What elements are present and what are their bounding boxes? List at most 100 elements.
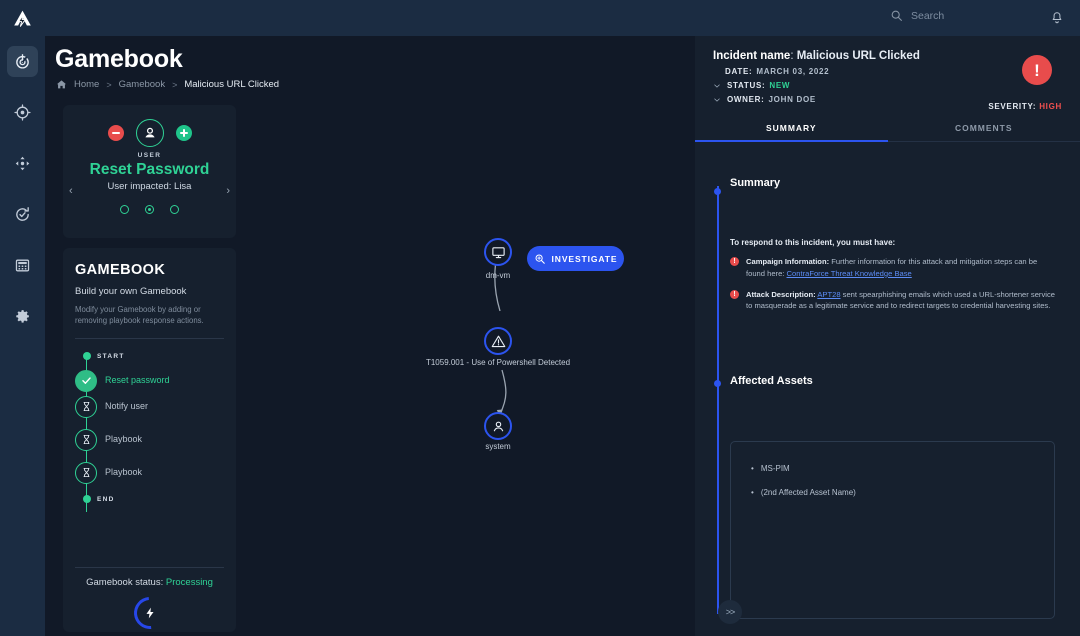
timeline-node-playbook-2[interactable] — [75, 461, 97, 484]
timeline-dot-summary — [714, 188, 721, 195]
grid-calculator-icon — [15, 259, 30, 272]
affected-assets-box: MS-PIM (2nd Affected Asset Name) — [730, 441, 1055, 619]
remove-action-button[interactable] — [107, 125, 124, 141]
search-icon — [891, 10, 902, 21]
gear-icon — [16, 310, 29, 323]
user-action-title: Reset Password — [89, 161, 210, 178]
timeline-end-label: END — [97, 495, 115, 503]
incident-status-row[interactable]: STATUS: NEW — [713, 81, 1064, 90]
bullet-title-0: Campaign Information: — [746, 257, 830, 266]
timeline-label-0: Reset password — [105, 374, 170, 385]
move-arrows-icon — [15, 156, 30, 171]
search-box[interactable] — [890, 9, 1021, 22]
page-title: Gamebook — [55, 45, 183, 73]
graph-node-label-technique: T1059.001 - Use of Powershell Detected — [425, 358, 571, 367]
sidebar-item-response[interactable] — [7, 148, 38, 179]
summary-lead: To respond to this incident, you must ha… — [730, 238, 896, 247]
lightning-bolt-icon — [145, 607, 154, 619]
contraforce-logo-icon — [14, 10, 31, 27]
user-action-card: ‹ › USER Reset Password User impacted: L… — [63, 105, 236, 238]
incident-date-row: DATE: MARCH 03, 2022 — [713, 67, 1064, 76]
summary-section-title: Summary — [730, 177, 781, 189]
graph-node-dm-vm[interactable] — [484, 238, 512, 266]
tab-summary[interactable]: SUMMARY — [695, 116, 888, 142]
gamebook-status-value: Processing — [165, 577, 213, 588]
timeline-label-1: Notify user — [105, 400, 149, 411]
tab-comments[interactable]: COMMENTS — [888, 116, 1080, 141]
carousel-dot-1[interactable] — [120, 205, 129, 214]
graph-node-technique[interactable] — [484, 327, 512, 355]
incident-status-value: NEW — [769, 81, 791, 90]
breadcrumb-item-home[interactable]: Home — [74, 79, 99, 90]
step-state-done — [75, 369, 97, 392]
next-page-button[interactable]: >> — [718, 600, 742, 624]
timeline-label-3: Playbook — [105, 466, 143, 477]
radar-icon — [16, 54, 29, 69]
target-icon — [14, 104, 31, 121]
carousel-dot-3[interactable] — [170, 205, 179, 214]
graph-node-label-system: system — [485, 442, 511, 451]
detail-timeline-rail — [717, 186, 719, 614]
monitor-icon — [491, 246, 505, 258]
timeline-node-notify-user[interactable] — [75, 395, 97, 418]
sidebar-rail — [0, 36, 45, 636]
avatar — [135, 119, 164, 147]
hourglass-icon — [83, 402, 89, 412]
affected-assets-title: Affected Assets — [730, 375, 813, 387]
severity-label: SEVERITY: — [988, 102, 1037, 111]
search-plus-icon — [535, 254, 545, 264]
incident-graph-canvas[interactable]: dm-vm T1059.001 - Use of Powershell Dete… — [250, 36, 695, 636]
carousel-dot-2[interactable] — [145, 205, 154, 214]
apt28-link[interactable]: APT28 — [817, 290, 840, 299]
sidebar-item-reports[interactable] — [7, 250, 38, 281]
incident-name-row: Incident name: Malicious URL Clicked — [713, 50, 920, 62]
summary-bullet-campaign: ! Campaign Information: Further informat… — [730, 256, 1058, 280]
graph-node-label-dm-vm: dm-vm — [485, 271, 511, 280]
exclamation-circle-icon: ! — [730, 289, 739, 299]
graph-node-ring-system — [484, 412, 512, 440]
search-input[interactable] — [911, 9, 1021, 22]
timeline-start-dot — [82, 351, 91, 360]
user-action-role: USER — [137, 152, 162, 159]
hourglass-icon — [83, 435, 89, 445]
check-icon — [81, 377, 91, 385]
chevron-down-icon[interactable] — [713, 96, 721, 104]
sidebar-item-detections[interactable] — [7, 97, 38, 128]
alert-triangle-icon — [491, 335, 505, 347]
plus-glyph-v — [182, 129, 185, 137]
graph-node-system[interactable] — [484, 412, 512, 440]
gamebook-status-label: Gamebook status: — [86, 577, 164, 588]
sidebar-item-settings[interactable] — [7, 301, 38, 332]
breadcrumb-separator-2: > — [172, 79, 178, 90]
sidebar-item-dashboard[interactable] — [7, 46, 38, 77]
knowledge-base-link[interactable]: ContraForce Threat Knowledge Base — [787, 269, 912, 278]
incident-date-value: MARCH 03, 2022 — [756, 67, 830, 76]
incident-header: Incident name: Malicious URL Clicked DAT… — [695, 36, 1080, 116]
main-content: Gamebook Home > Gamebook > Malicious URL… — [45, 36, 695, 636]
bell-icon[interactable] — [1050, 10, 1064, 26]
refresh-check-icon — [16, 207, 29, 221]
minus-glyph — [111, 132, 120, 134]
breadcrumb: Home > Gamebook > Malicious URL Clicked — [56, 79, 279, 90]
timeline-node-playbook-1[interactable] — [75, 428, 97, 451]
timeline-node-reset-password[interactable] — [75, 369, 97, 392]
home-icon[interactable] — [56, 79, 67, 90]
chevron-down-icon[interactable] — [713, 82, 721, 90]
detail-tabs: SUMMARY COMMENTS — [695, 116, 1080, 142]
severity-badge: ! — [1022, 55, 1052, 85]
investigate-button[interactable]: INVESTIGATE — [527, 246, 624, 271]
graph-node-ring-dm-vm — [484, 238, 512, 266]
gamebook-divider-2 — [75, 567, 224, 568]
step-state-pending-2 — [75, 428, 97, 451]
contraforce-logo[interactable] — [0, 0, 45, 36]
incident-name-label: Incident name — [713, 50, 791, 62]
timeline-dot-assets — [714, 380, 721, 387]
breadcrumb-item-gamebook[interactable]: Gamebook — [119, 79, 165, 90]
asset-item-1: (2nd Affected Asset Name) — [751, 488, 1054, 497]
sidebar-item-automation[interactable] — [7, 199, 38, 230]
investigate-label: INVESTIGATE — [551, 253, 618, 264]
graph-edges — [494, 248, 507, 417]
summary-bullet-text-1: Attack Description: APT28 sent spearphis… — [746, 289, 1058, 313]
add-action-button[interactable] — [175, 125, 192, 141]
gamebook-heading: GAMEBOOK — [75, 262, 166, 278]
